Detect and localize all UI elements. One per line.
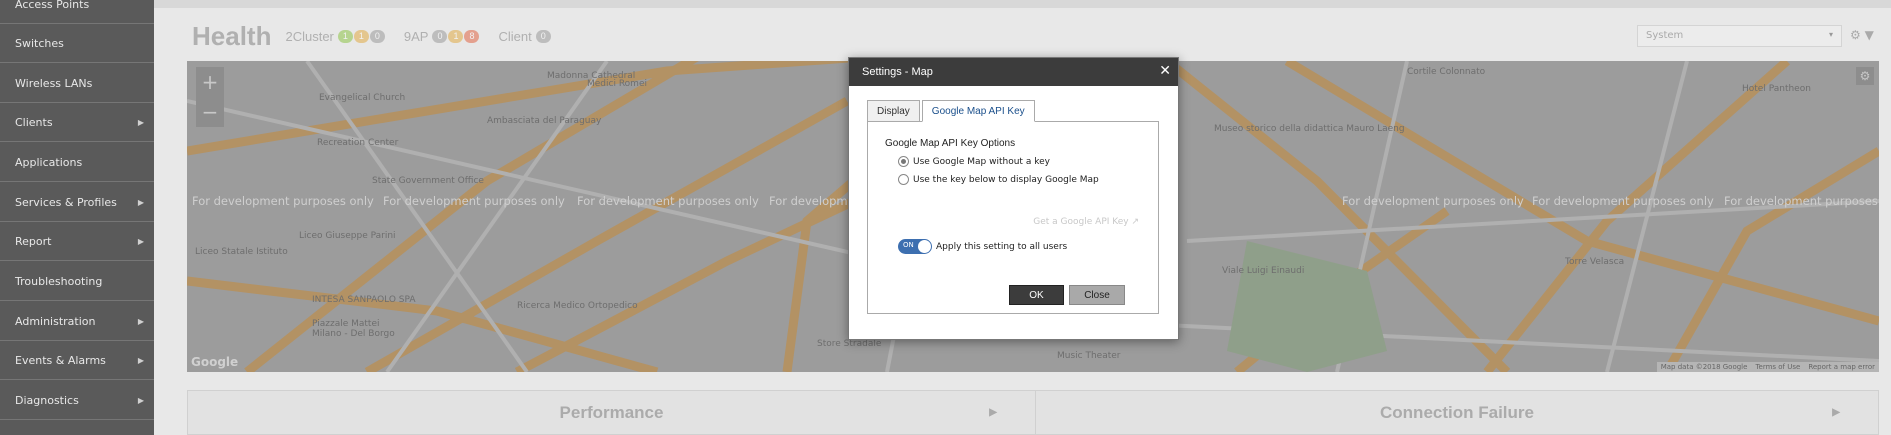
- ok-button[interactable]: OK: [1009, 285, 1064, 305]
- tab-display[interactable]: Display: [867, 100, 920, 122]
- radio-label: Use Google Map without a key: [913, 156, 1050, 167]
- dialog-title: Settings - Map: [862, 66, 933, 78]
- toggle-label: Apply this setting to all users: [936, 241, 1068, 252]
- dialog-title-bar: Settings - Map: [849, 58, 1178, 86]
- tab-panel-api-key: Google Map API Key Options Use Google Ma…: [867, 121, 1159, 314]
- apply-all-users-toggle-row: ON Apply this setting to all users: [898, 239, 1067, 254]
- get-api-key-label: Get a Google API Key: [1033, 217, 1129, 227]
- api-options-title: Google Map API Key Options: [885, 138, 1016, 149]
- close-button[interactable]: Close: [1069, 285, 1125, 305]
- external-link-icon: ↗: [1131, 217, 1139, 227]
- apply-all-users-toggle[interactable]: ON: [898, 239, 932, 254]
- radio-button[interactable]: [898, 174, 909, 185]
- toggle-state-label: ON: [903, 241, 914, 249]
- tab-google-map-api-key[interactable]: Google Map API Key: [921, 100, 1035, 122]
- close-icon[interactable]: ✕: [1159, 63, 1171, 79]
- toggle-knob: [918, 240, 931, 253]
- dialog-tabs: Display Google Map API Key: [867, 100, 1037, 122]
- radio-with-key[interactable]: Use the key below to display Google Map: [898, 174, 1099, 185]
- radio-label: Use the key below to display Google Map: [913, 174, 1099, 185]
- get-api-key-link[interactable]: Get a Google API Key ↗: [1033, 217, 1139, 227]
- radio-without-key[interactable]: Use Google Map without a key: [898, 156, 1050, 167]
- settings-map-dialog: Settings - Map ✕ Display Google Map API …: [848, 57, 1179, 340]
- radio-button-checked[interactable]: [898, 156, 909, 167]
